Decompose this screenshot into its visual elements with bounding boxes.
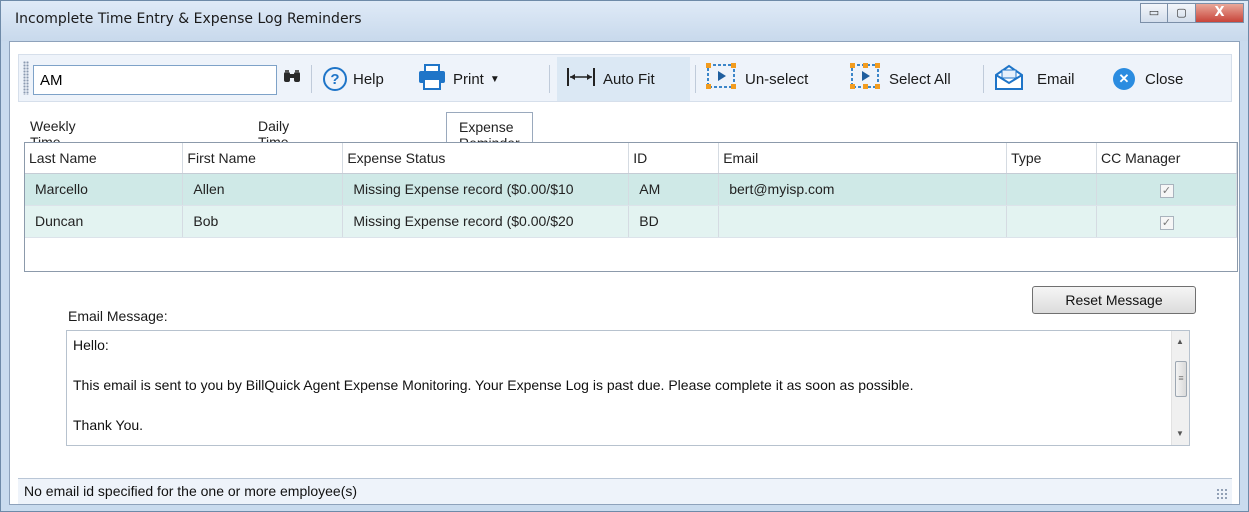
table-row[interactable]: Marcello Allen Missing Expense record ($… [25, 173, 1237, 206]
column-header-first-name[interactable]: First Name [182, 143, 344, 174]
close-icon: ✕ [1113, 68, 1135, 90]
toolbar: ? Help Print ▼ [18, 54, 1232, 102]
toolbar-separator [695, 65, 696, 93]
autofit-label: Auto Fit [603, 70, 655, 88]
cell-last-name[interactable]: Marcello [25, 173, 184, 206]
search-input[interactable] [33, 65, 277, 95]
column-header-email[interactable]: Email [718, 143, 1008, 174]
cc-manager-checkbox[interactable]: ✓ [1159, 183, 1174, 198]
unselect-icon [705, 62, 739, 96]
scroll-thumb[interactable]: ≡ [1175, 361, 1187, 397]
column-header-id[interactable]: ID [628, 143, 720, 174]
cell-email[interactable]: bert@myisp.com [718, 173, 1008, 206]
tab-weekly-time-reminder[interactable]: Weekly Time Reminder [30, 112, 91, 166]
unselect-button[interactable]: Un-select [705, 63, 808, 95]
close-button[interactable]: ✕ Close [1113, 63, 1183, 95]
resize-grip-icon[interactable] [1216, 488, 1228, 500]
minimize-button[interactable]: ▭ [1140, 3, 1168, 23]
column-header-cc-manager[interactable]: CC Manager [1096, 143, 1237, 174]
cell-expense-status[interactable]: Missing Expense record ($0.00/$20 [342, 205, 630, 238]
scroll-down-icon[interactable]: ▼ [1176, 429, 1184, 438]
cell-cc-manager: ✓ [1096, 205, 1237, 238]
window: Incomplete Time Entry & Expense Log Remi… [0, 0, 1249, 512]
email-button[interactable]: Email [993, 63, 1075, 95]
unselect-label: Un-select [745, 70, 809, 88]
chevron-down-icon: ▼ [489, 73, 500, 85]
tab-expense-reminder[interactable]: Expense Reminder [446, 112, 533, 151]
cell-type[interactable] [1006, 205, 1098, 238]
cell-id[interactable]: BD [628, 205, 720, 238]
window-title: Incomplete Time Entry & Expense Log Remi… [15, 11, 362, 27]
toolbar-separator [983, 65, 984, 93]
cell-email[interactable] [718, 205, 1008, 238]
cell-last-name[interactable]: Duncan [25, 205, 184, 238]
close-window-button[interactable]: X [1196, 3, 1244, 23]
table-header-row: Last Name First Name Expense Status ID E… [25, 143, 1237, 174]
maximize-button[interactable]: ▢ [1168, 3, 1196, 23]
toolbar-grip[interactable] [23, 61, 29, 95]
email-message-textarea[interactable]: Hello: This email is sent to you by Bill… [66, 330, 1190, 446]
table-row[interactable]: Duncan Bob Missing Expense record ($0.00… [25, 205, 1237, 238]
help-button[interactable]: ? Help [323, 63, 384, 95]
printer-icon [417, 63, 447, 95]
envelope-icon [993, 63, 1025, 95]
cell-first-name[interactable]: Allen [182, 173, 344, 206]
cell-expense-status[interactable]: Missing Expense record ($0.00/$10 [342, 173, 630, 206]
tab-daily-time-reminder[interactable]: Daily Time Reminder [258, 112, 319, 166]
reset-message-button[interactable]: Reset Message [1032, 286, 1196, 314]
toolbar-separator [311, 65, 312, 93]
message-scrollbar[interactable]: ▲ ≡ ▼ [1171, 331, 1189, 445]
help-label: Help [353, 70, 384, 88]
email-message-label: Email Message: [68, 308, 168, 324]
print-button[interactable]: Print ▼ [417, 63, 500, 95]
help-icon: ? [323, 67, 347, 91]
cell-id[interactable]: AM [628, 173, 720, 206]
title-bar[interactable]: Incomplete Time Entry & Expense Log Remi… [1, 1, 1248, 41]
column-header-last-name[interactable]: Last Name [25, 143, 184, 174]
reminder-table: Last Name First Name Expense Status ID E… [25, 143, 1237, 238]
reminder-grid: Last Name First Name Expense Status ID E… [24, 142, 1238, 272]
autofit-icon [565, 66, 597, 92]
cell-type[interactable] [1006, 173, 1098, 206]
scroll-up-icon[interactable]: ▲ [1176, 337, 1184, 346]
select-all-button[interactable]: Select All [849, 63, 951, 95]
autofit-button[interactable]: Auto Fit [565, 63, 655, 95]
column-header-type[interactable]: Type [1006, 143, 1098, 174]
message-line: This email is sent to you by BillQuick A… [73, 377, 914, 393]
close-label: Close [1145, 70, 1184, 88]
select-all-label: Select All [889, 70, 951, 88]
column-header-expense-status[interactable]: Expense Status [342, 143, 630, 174]
client-area: ? Help Print ▼ [9, 41, 1240, 505]
message-line: Hello: [73, 337, 109, 353]
cell-cc-manager: ✓ [1096, 173, 1237, 206]
find-button[interactable] [283, 63, 301, 95]
email-label: Email [1037, 70, 1075, 88]
print-label: Print [453, 70, 484, 88]
window-controls: ▭ ▢ X [1140, 3, 1244, 23]
status-text: No email id specified for the one or mor… [24, 483, 358, 499]
status-bar: No email id specified for the one or mor… [18, 478, 1232, 504]
toolbar-separator [549, 65, 550, 93]
cc-manager-checkbox[interactable]: ✓ [1159, 215, 1174, 230]
cell-first-name[interactable]: Bob [182, 205, 344, 238]
binoculars-icon [283, 69, 301, 89]
select-all-icon [849, 62, 883, 96]
message-line: Thank You. [73, 417, 144, 433]
